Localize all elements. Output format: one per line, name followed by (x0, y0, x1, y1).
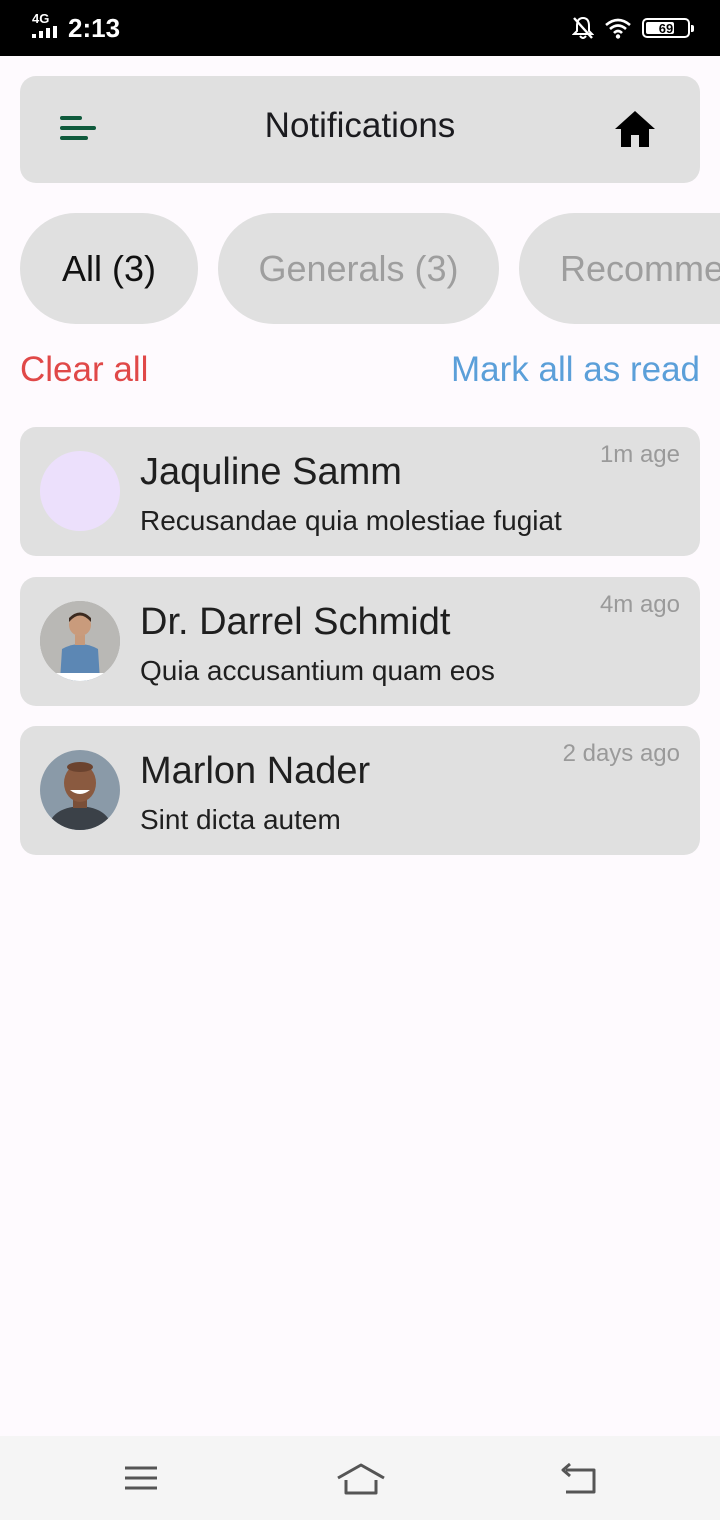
notification-card[interactable]: Dr. Darrel Schmidt Quia accusantium quam… (20, 577, 700, 706)
notification-sender: Marlon Nader (140, 750, 371, 792)
home-icon[interactable] (614, 110, 656, 148)
app-bar: Notifications (20, 76, 700, 183)
notification-message: Sint dicta autem (140, 804, 341, 835)
avatar (40, 750, 120, 830)
notification-time: 1m age (599, 441, 680, 468)
menu-lines-icon[interactable] (122, 1462, 162, 1496)
filter-tabs: All (3) Generals (3) Recomme (20, 213, 720, 324)
network-type: 4G (32, 11, 50, 26)
clock: 2:13 (68, 13, 121, 43)
avatar (40, 601, 120, 681)
home-outline-icon[interactable] (336, 1462, 386, 1496)
notification-card[interactable]: Marlon Nader Sint dicta autem 2 days ago (20, 726, 700, 855)
back-icon[interactable] (560, 1462, 600, 1496)
system-nav-bar (0, 1436, 720, 1520)
battery-icon: 69 (642, 18, 694, 38)
page-title: Notifications (264, 106, 456, 145)
battery-level: 69 (658, 20, 674, 36)
mark-all-read-button[interactable]: Mark all as read (451, 350, 700, 390)
tab-all[interactable]: All (3) (20, 213, 198, 324)
clear-all-button[interactable]: Clear all (20, 350, 148, 390)
notification-time: 2 days ago (562, 740, 680, 767)
mute-bell-icon (572, 16, 594, 39)
wifi-icon (605, 18, 631, 39)
status-icons: 69 (572, 14, 694, 42)
signal-icon (32, 26, 60, 38)
notification-sender: Jaquline Samm (140, 451, 402, 493)
avatar (40, 451, 120, 531)
notification-message: Quia accusantium quam eos (140, 655, 495, 686)
notification-card[interactable]: Jaquline Samm Recusandae quia molestiae … (20, 427, 700, 556)
notification-time: 4m ago (599, 591, 680, 618)
tab-recommendations[interactable]: Recomme (519, 213, 720, 324)
status-bar: 4G 2:13 69 (0, 0, 720, 56)
notification-sender: Dr. Darrel Schmidt (140, 601, 451, 643)
tab-generals[interactable]: Generals (3) (218, 213, 499, 324)
notification-message: Recusandae quia molestiae fugiat (140, 505, 562, 536)
